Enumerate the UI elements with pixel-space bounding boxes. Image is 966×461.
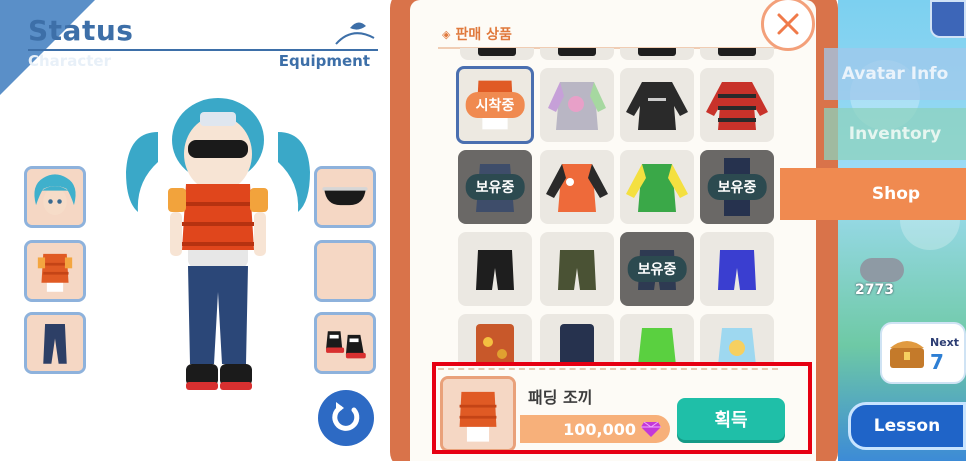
shorts-icon [718, 250, 756, 290]
shop-item[interactable] [540, 314, 614, 368]
equipment-tab[interactable]: Equipment [279, 52, 370, 70]
shop-item[interactable] [620, 48, 694, 60]
acquire-button[interactable]: 획득 [677, 398, 785, 440]
detail-thumbnail [440, 376, 516, 452]
shop-item[interactable] [700, 314, 774, 368]
shop-item[interactable] [620, 314, 694, 368]
sneakers-icon [317, 315, 373, 371]
next-value: 7 [930, 350, 944, 374]
shop-item-pastel-sweater[interactable] [540, 68, 614, 142]
sweater-icon [548, 82, 606, 130]
character-tab[interactable]: Character [28, 52, 111, 70]
slot-hair[interactable] [24, 166, 86, 228]
tab-shop-label: Shop [871, 184, 921, 204]
vest-icon [443, 379, 513, 449]
rotate-icon [332, 402, 360, 431]
hair-icon [27, 169, 83, 225]
shop-item-red-stripe-tee[interactable] [700, 68, 774, 142]
shop-item-orange-jersey[interactable] [540, 150, 614, 224]
owned-badge: 보유중 [627, 256, 687, 282]
shop-item-denim-shorts[interactable]: 보유중 [620, 232, 694, 306]
shop-title-text: 판매 상품 [455, 27, 512, 43]
lock-coin-icon [860, 258, 904, 282]
footer-divider [438, 368, 778, 370]
shorts-icon [476, 250, 514, 290]
shop-item[interactable] [460, 48, 534, 60]
diamond-icon: ◈ [442, 27, 451, 41]
shop-item-grid: 시착중 보유중 보유중 보유중 [438, 48, 778, 368]
status-title: Status [28, 14, 134, 47]
shop-item-black-shorts[interactable] [458, 232, 532, 306]
sunglasses-icon [317, 169, 373, 225]
shop-item[interactable] [700, 48, 774, 60]
coin-count: 2773 [855, 282, 894, 298]
price-tag: 100,000 [520, 415, 670, 443]
treasure-chest-icon [890, 341, 924, 368]
lesson-button[interactable]: Lesson [848, 402, 966, 450]
shop-item-green-yellow-top[interactable] [620, 150, 694, 224]
trying-on-badge: 시착중 [465, 92, 525, 118]
tab-inventory[interactable]: Inventory [824, 108, 966, 160]
close-icon [777, 13, 799, 35]
shop-item-navy-set[interactable]: 보유중 [700, 150, 774, 224]
slot-shoes[interactable] [314, 312, 376, 374]
next-label: Next [930, 336, 960, 349]
shop-item-olive-shorts[interactable] [540, 232, 614, 306]
shop-item-black-longsleeve[interactable] [620, 68, 694, 142]
slot-top[interactable] [24, 240, 86, 302]
tab-shop[interactable]: Shop [780, 168, 966, 220]
owned-badge: 보유중 [707, 174, 767, 200]
striped-shirt-icon [706, 82, 768, 130]
slot-accessory[interactable] [314, 240, 376, 302]
shorts-icon [558, 250, 596, 290]
shop-item[interactable] [458, 314, 532, 368]
pants-icon [27, 315, 83, 371]
owned-badge: 보유중 [465, 174, 525, 200]
empty-slot-icon [317, 243, 373, 299]
price-value: 100,000 [563, 419, 636, 439]
vest-icon [27, 243, 83, 299]
item-name: 패딩 조끼 [528, 388, 593, 407]
longsleeve-icon [626, 82, 688, 130]
shop-item-padded-vest[interactable]: 시착중 [456, 66, 534, 144]
header-divider [28, 49, 378, 51]
shop-item[interactable] [540, 48, 614, 60]
shop-item-blue-sweater[interactable]: 보유중 [458, 150, 532, 224]
leaf-swirl-icon [335, 22, 375, 45]
shop-item-blue-shorts[interactable] [700, 232, 774, 306]
avatar-character [126, 98, 310, 390]
shop-title: ◈ 판매 상품 [442, 24, 512, 44]
tab-avatar-info[interactable]: Avatar Info [824, 48, 966, 100]
reset-button[interactable] [318, 390, 374, 446]
slot-bottom[interactable] [24, 312, 86, 374]
card-icon[interactable] [930, 0, 966, 38]
slot-eyewear[interactable] [314, 166, 376, 228]
jersey-icon [546, 164, 608, 212]
top-icon [626, 164, 688, 212]
gem-icon [641, 421, 661, 437]
